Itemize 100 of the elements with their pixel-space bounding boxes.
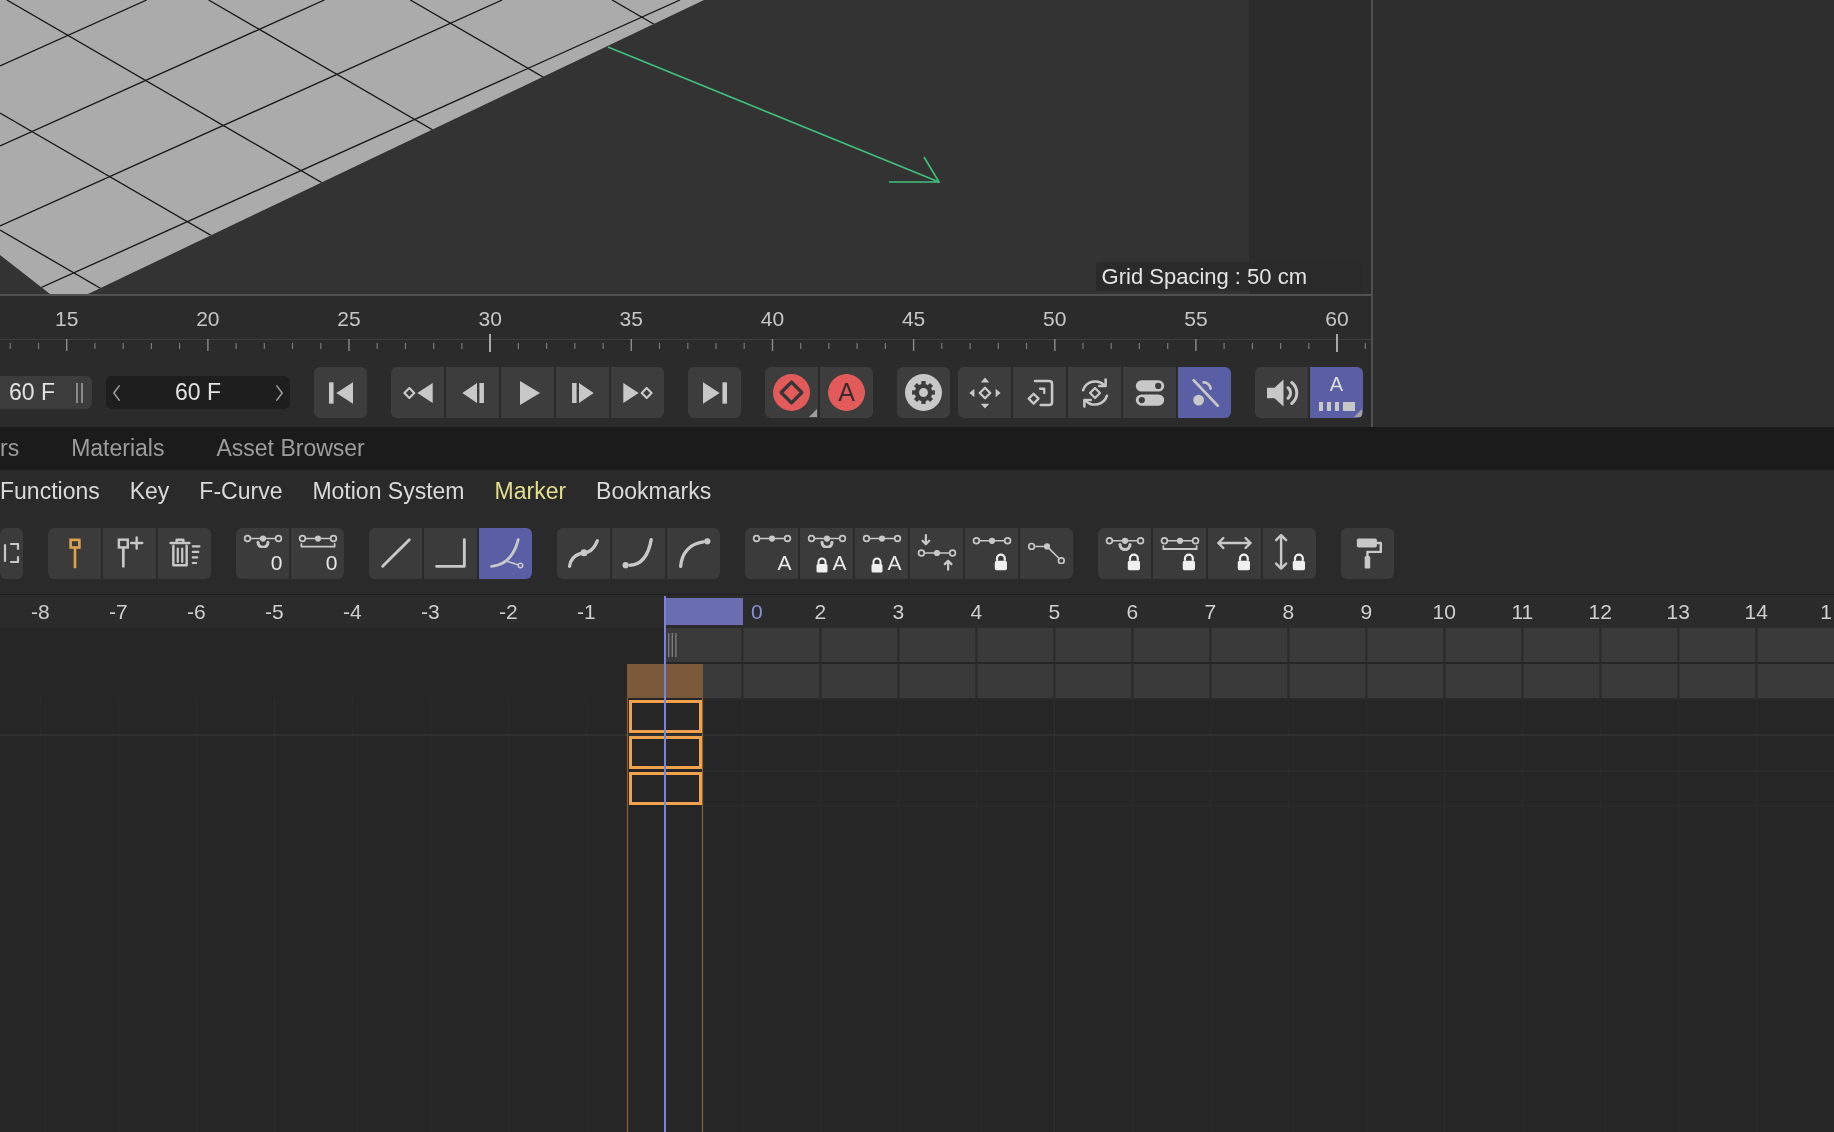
- ruler-label: 5: [1048, 599, 1061, 625]
- ruler-label: 8: [1282, 599, 1295, 625]
- menu-item[interactable]: F-Curve: [199, 473, 283, 509]
- lock-value-button[interactable]: [1263, 527, 1316, 579]
- panel-tab[interactable]: Materials: [71, 431, 165, 466]
- frame-all-button[interactable]: [0, 527, 23, 579]
- ease-in-out-button[interactable]: [557, 527, 610, 579]
- settings-button[interactable]: [897, 367, 950, 418]
- chevron-right-icon: [275, 384, 284, 401]
- record-icon: [773, 374, 810, 411]
- ruler-label: -1: [576, 599, 596, 625]
- playhead-marker[interactable]: [489, 334, 492, 352]
- add-key-button[interactable]: [103, 527, 156, 579]
- audio-track-button[interactable]: A: [1310, 367, 1363, 418]
- grip-icon: [668, 633, 677, 657]
- ruler-label: 30: [478, 307, 502, 331]
- delete-key-button[interactable]: [158, 527, 211, 579]
- locked-key-button[interactable]: [965, 527, 1018, 579]
- record-button[interactable]: [765, 367, 818, 418]
- ruler-label: -2: [498, 599, 518, 625]
- corner-triangle-icon: [809, 409, 817, 417]
- move-arrows-icon: [967, 375, 1002, 410]
- point-level-button[interactable]: [1178, 367, 1231, 418]
- flatten-button[interactable]: [910, 527, 963, 579]
- rotate-key-button[interactable]: [1068, 367, 1121, 418]
- handle-arc-icon: [242, 532, 283, 549]
- ease-in-button[interactable]: [612, 527, 665, 579]
- ruler-label: 2: [814, 599, 827, 625]
- ruler-label: 15: [55, 307, 79, 331]
- menu-item[interactable]: Marker: [494, 473, 567, 509]
- spline-interpolation-button[interactable]: [479, 527, 532, 579]
- lock-length-button[interactable]: [1153, 527, 1206, 579]
- parameter-key-button[interactable]: [1123, 367, 1176, 418]
- handle-arrows-icon: [916, 533, 957, 573]
- keyframe[interactable]: [629, 736, 702, 769]
- scale-key-button[interactable]: [1013, 367, 1066, 418]
- zero-angle-button[interactable]: 0: [236, 527, 289, 579]
- current-frame-label: 0: [751, 599, 763, 625]
- paint-button[interactable]: [1341, 527, 1394, 579]
- lock-icon: [815, 557, 830, 574]
- panel-tab[interactable]: Asset Browser: [216, 431, 365, 466]
- menu-item[interactable]: Bookmarks: [596, 473, 712, 509]
- next-key-button[interactable]: [611, 367, 664, 418]
- keyframe[interactable]: [629, 772, 702, 805]
- break-tangent-button[interactable]: [1020, 527, 1073, 579]
- ruler-label: -3: [420, 599, 440, 625]
- sound-button[interactable]: [1255, 367, 1308, 418]
- lock-icon: [870, 557, 885, 574]
- ruler-label: 3: [892, 599, 905, 625]
- ruler-label: 9: [1360, 599, 1373, 625]
- menu-item[interactable]: Key: [129, 473, 170, 509]
- ruler-label: 1: [1820, 599, 1832, 625]
- go-to-end-button[interactable]: [688, 367, 741, 418]
- bracket-frame-icon: [2, 542, 21, 564]
- locked-auto-button[interactable]: A: [855, 527, 908, 579]
- ruler-label: -5: [264, 599, 284, 625]
- ruler-label: 6: [1126, 599, 1139, 625]
- zero-length-button[interactable]: 0: [291, 527, 344, 579]
- ease-out-button[interactable]: [667, 527, 720, 579]
- chevron-left-icon: [112, 384, 121, 401]
- pin-icon: [68, 537, 81, 569]
- move-key-button[interactable]: [958, 367, 1011, 418]
- linear-interpolation-button[interactable]: [369, 527, 422, 579]
- end-marker: [1336, 334, 1339, 352]
- keyframe[interactable]: [629, 700, 702, 733]
- ruler-label: 25: [337, 307, 361, 331]
- next-frame-button[interactable]: [556, 367, 609, 418]
- panel-tab[interactable]: rs: [0, 431, 20, 466]
- current-frame-field[interactable]: 60 F: [0, 376, 92, 409]
- previous-frame-button[interactable]: [446, 367, 499, 418]
- ruler-label: 4: [970, 599, 983, 625]
- lock-angle-button[interactable]: [1098, 527, 1151, 579]
- ruler-label: 13: [1666, 599, 1690, 625]
- ruler-label: 12: [1588, 599, 1612, 625]
- ruler-label: 60: [1325, 307, 1349, 331]
- ruler-label: -7: [108, 599, 128, 625]
- menu-item[interactable]: Functions: [0, 473, 100, 509]
- bent-handle-icon: [1026, 542, 1067, 564]
- go-to-start-button[interactable]: [314, 367, 367, 418]
- settings-icon: [905, 374, 942, 411]
- locked-angle-button[interactable]: A: [800, 527, 853, 579]
- lock-time-button[interactable]: [1208, 527, 1261, 579]
- ruler-label: -6: [186, 599, 206, 625]
- play-button[interactable]: [501, 367, 554, 418]
- end-frame-field[interactable]: 60 F: [106, 376, 290, 409]
- ruler-label: 11: [1511, 599, 1534, 625]
- menu-item[interactable]: Motion System: [312, 473, 465, 509]
- autokey-button[interactable]: A: [820, 367, 873, 418]
- ruler-label: 20: [196, 307, 220, 331]
- ruler-label: 35: [619, 307, 643, 331]
- key-pin-button[interactable]: [48, 527, 101, 579]
- ruler-label: 10: [1432, 599, 1456, 625]
- previous-key-button[interactable]: [391, 367, 444, 418]
- grip-icon: [76, 382, 84, 403]
- step-interpolation-button[interactable]: [424, 527, 477, 579]
- ruler-label: 45: [901, 307, 926, 331]
- level-bars-icon: [1318, 402, 1355, 411]
- auto-tangent-button[interactable]: A: [745, 527, 798, 579]
- handle-arc-icon: [806, 532, 847, 549]
- corner-triangle-icon: [1354, 409, 1362, 417]
